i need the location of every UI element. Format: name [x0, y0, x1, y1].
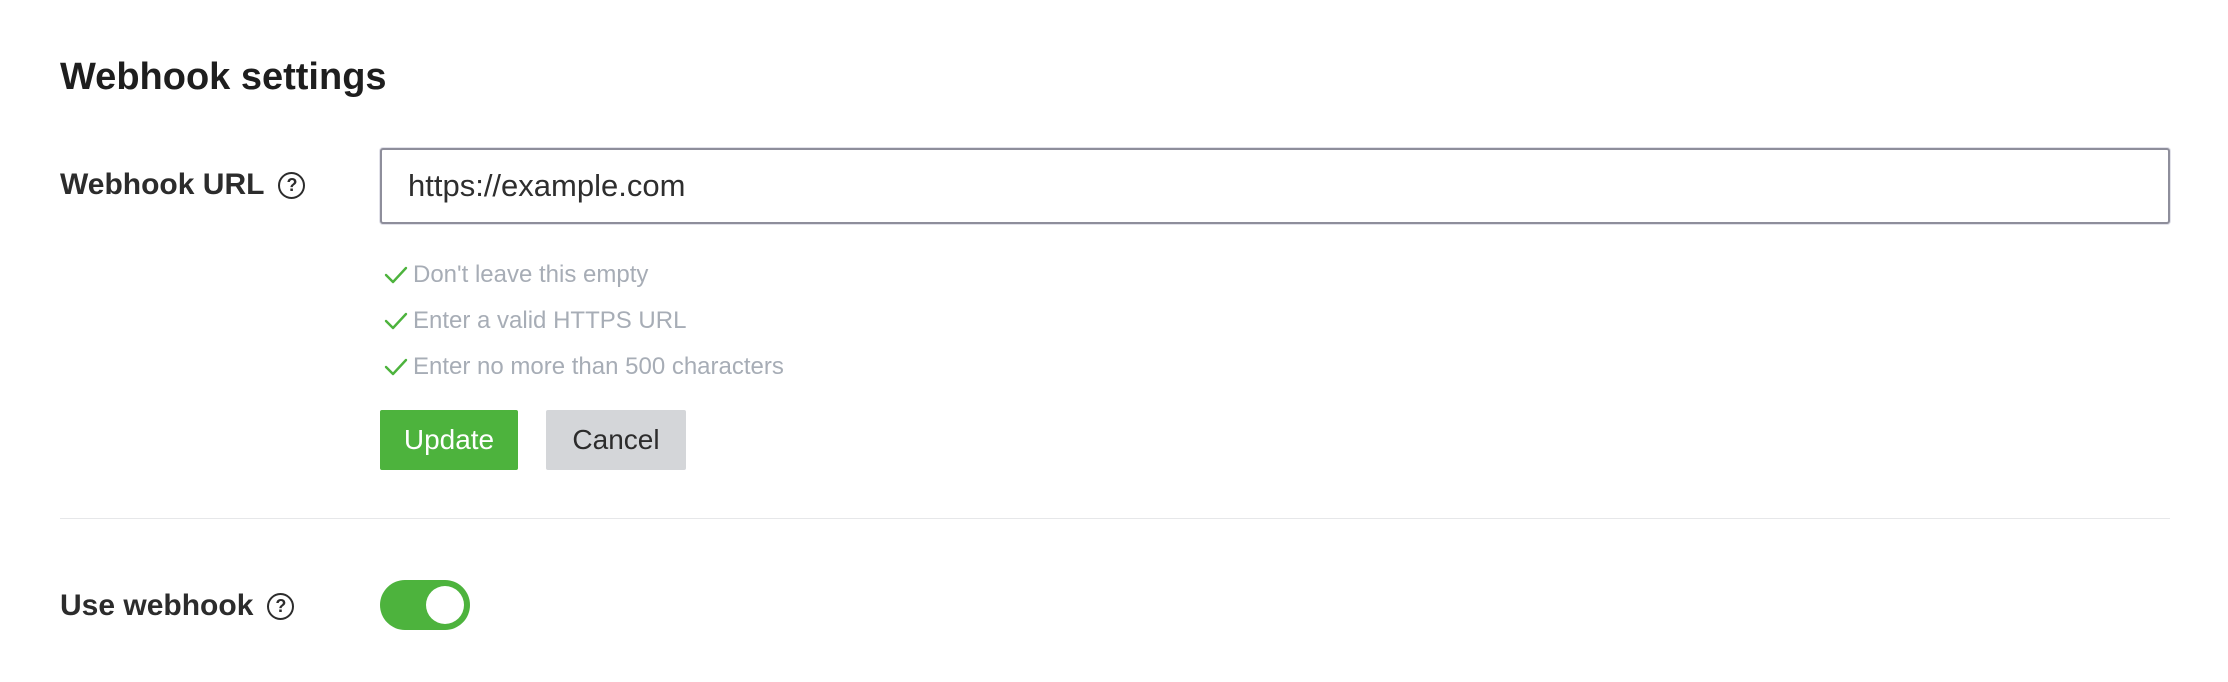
webhook-url-label: Webhook URL	[60, 168, 265, 201]
toggle-knob	[426, 586, 464, 624]
use-webhook-label: Use webhook	[60, 589, 254, 622]
section-title: Webhook settings	[60, 56, 387, 98]
webhook-url-label-row: Webhook URL ?	[60, 163, 306, 207]
validation-rule-text: Enter no more than 500 characters	[413, 353, 784, 380]
webhook-url-input[interactable]	[380, 148, 2170, 224]
use-webhook-toggle[interactable]	[380, 580, 470, 630]
question-circle-icon[interactable]: ?	[278, 171, 306, 199]
check-icon	[384, 312, 408, 330]
validation-rule: Enter a valid HTTPS URL	[383, 298, 784, 344]
divider	[60, 518, 2170, 519]
update-button[interactable]: Update	[380, 410, 518, 470]
check-icon	[384, 358, 408, 376]
validation-rule-text: Enter a valid HTTPS URL	[413, 307, 687, 334]
use-webhook-label-row: Use webhook ?	[60, 584, 295, 628]
validation-rule: Enter no more than 500 characters	[383, 344, 784, 390]
validation-rules: Don't leave this empty Enter a valid HTT…	[383, 252, 784, 390]
validation-rule-text: Don't leave this empty	[413, 261, 649, 288]
webhook-settings-page: Webhook settings Webhook URL ? Don't lea…	[0, 0, 2228, 682]
cancel-button[interactable]: Cancel	[546, 410, 686, 470]
question-circle-icon[interactable]: ?	[267, 592, 295, 620]
check-icon	[384, 266, 408, 284]
validation-rule: Don't leave this empty	[383, 252, 784, 298]
